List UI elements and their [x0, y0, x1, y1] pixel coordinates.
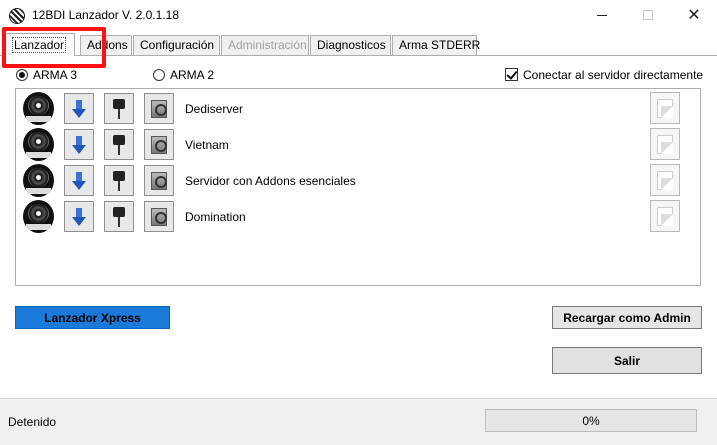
download-arrow-icon	[72, 207, 86, 226]
note-icon	[657, 98, 673, 118]
server-name[interactable]: Servidor con Addons esenciales	[185, 174, 356, 188]
settings-button[interactable]	[144, 165, 174, 196]
note-button[interactable]	[650, 164, 680, 196]
pin-button[interactable]	[104, 129, 134, 160]
pin-button[interactable]	[104, 165, 134, 196]
download-button[interactable]	[64, 201, 94, 232]
tab-configuracion[interactable]: Configuración	[133, 35, 220, 55]
note-button[interactable]	[650, 200, 680, 232]
tab-label: Lanzador	[12, 37, 67, 53]
settings-icon	[151, 99, 167, 118]
server-list: Dediserver Vietnam Servidor con Addons e…	[15, 88, 701, 286]
tab-label: Diagnosticos	[317, 38, 386, 52]
tab-addons[interactable]: Addons	[80, 35, 132, 55]
arma3-radio[interactable]	[16, 69, 28, 81]
window-title: 12BDI Lanzador V. 2.0.1.18	[32, 8, 179, 22]
pin-icon	[112, 206, 126, 227]
download-arrow-icon	[72, 99, 86, 118]
title-bar: 12BDI Lanzador V. 2.0.1.18 ✕	[0, 0, 717, 32]
status-bar: Detenido 0%	[0, 398, 717, 445]
download-button[interactable]	[64, 93, 94, 124]
download-arrow-icon	[72, 135, 86, 154]
tab-diagnosticos[interactable]: Diagnosticos	[310, 35, 391, 55]
download-button[interactable]	[64, 165, 94, 196]
pin-icon	[112, 170, 126, 191]
server-name[interactable]: Vietnam	[185, 138, 229, 152]
server-logo-icon	[23, 164, 54, 197]
server-name[interactable]: Dediserver	[185, 102, 243, 116]
server-row: Servidor con Addons esenciales	[16, 163, 700, 199]
server-row: Domination	[16, 199, 700, 235]
exit-button[interactable]: Salir	[552, 347, 702, 374]
note-icon	[657, 206, 673, 226]
reload-as-admin-button[interactable]: Recargar como Admin	[552, 306, 702, 329]
note-button[interactable]	[650, 128, 680, 160]
server-row: Vietnam	[16, 127, 700, 163]
settings-icon	[151, 207, 167, 226]
note-button[interactable]	[650, 92, 680, 124]
tab-bar: Lanzador Addons Configuración Administra…	[0, 33, 717, 57]
status-text: Detenido	[8, 415, 57, 429]
server-name[interactable]: Domination	[185, 210, 246, 224]
arma2-label: ARMA 2	[170, 68, 215, 82]
settings-button[interactable]	[144, 201, 174, 232]
close-icon: ✕	[687, 7, 701, 24]
app-logo-icon	[9, 8, 25, 24]
server-logo-icon	[23, 200, 54, 233]
arma2-radio[interactable]	[153, 69, 165, 81]
note-icon	[657, 134, 673, 154]
pin-icon	[112, 98, 126, 119]
tab-administracion: Administración	[221, 35, 309, 55]
download-arrow-icon	[72, 171, 86, 190]
settings-icon	[151, 135, 167, 154]
server-row: Dediserver	[16, 91, 700, 127]
tab-label: Configuración	[140, 38, 215, 52]
direct-connect-checkbox[interactable]	[505, 68, 518, 81]
tab-lanzador[interactable]: Lanzador	[5, 33, 75, 56]
progress-bar: 0%	[485, 409, 697, 432]
pin-icon	[112, 134, 126, 155]
tab-label: Arma STDERR	[399, 38, 481, 52]
server-logo-icon	[23, 128, 54, 161]
note-icon	[657, 170, 673, 190]
progress-label: 0%	[582, 413, 600, 428]
maximize-icon	[643, 10, 653, 20]
settings-button[interactable]	[144, 129, 174, 160]
pin-button[interactable]	[104, 93, 134, 124]
tab-label: Administración	[228, 38, 307, 52]
settings-button[interactable]	[144, 93, 174, 124]
settings-icon	[151, 171, 167, 190]
close-button[interactable]: ✕	[671, 0, 717, 30]
pin-button[interactable]	[104, 201, 134, 232]
arma3-label: ARMA 3	[33, 68, 78, 82]
download-button[interactable]	[64, 129, 94, 160]
tab-panel-border	[0, 55, 717, 56]
tab-arma-stderr[interactable]: Arma STDERR	[392, 35, 481, 55]
maximize-button[interactable]	[625, 0, 671, 30]
server-logo-icon	[23, 92, 54, 125]
direct-connect-label: Conectar al servidor directamente	[523, 68, 704, 82]
tab-label: Addons	[87, 38, 128, 52]
lanzador-xpress-button[interactable]: Lanzador Xpress	[15, 306, 170, 329]
minimize-icon	[597, 14, 607, 16]
minimize-button[interactable]	[579, 0, 625, 30]
